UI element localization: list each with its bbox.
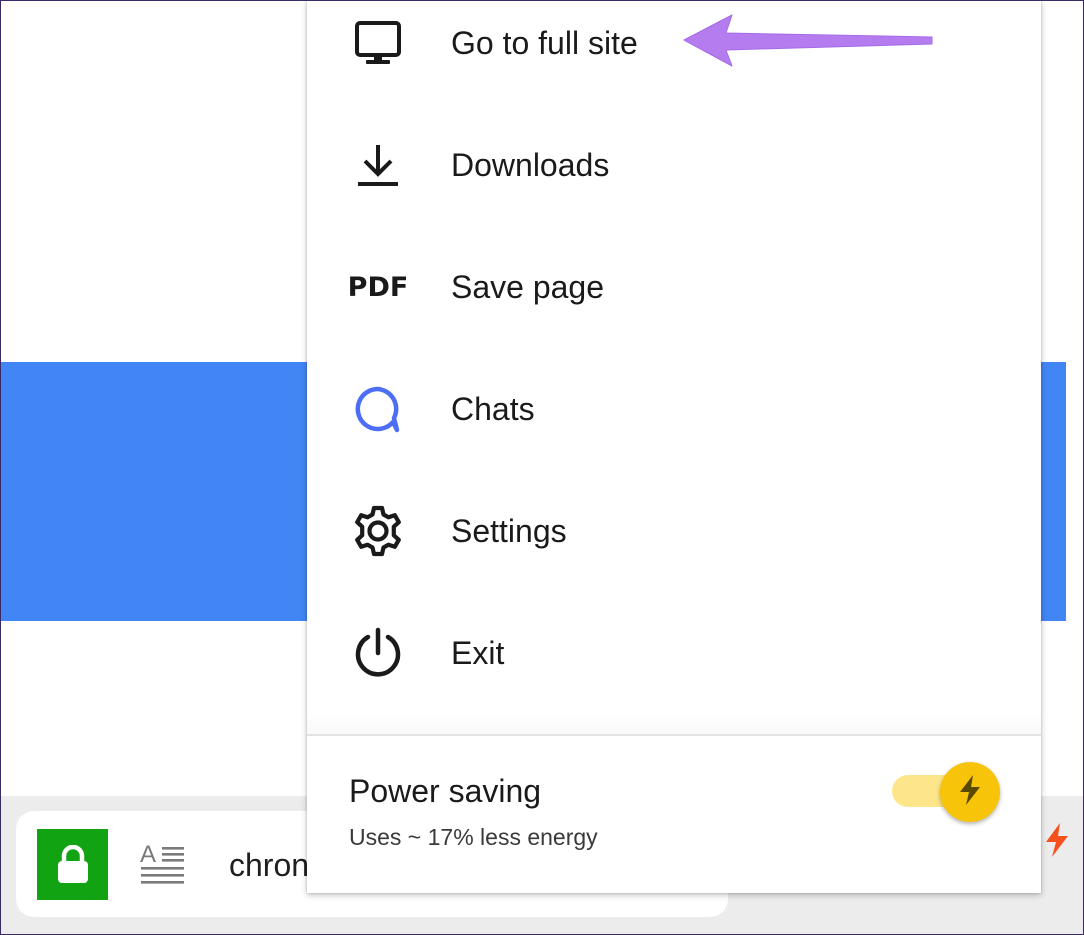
pdf-icon: PDF <box>347 256 409 318</box>
menu-item-save-page[interactable]: PDF Save page <box>307 226 1041 348</box>
browser-menu: Go to full site Downloads PDF Save page … <box>307 0 1041 893</box>
menu-divider <box>307 734 1041 736</box>
turbo-bolt-icon[interactable] <box>1042 822 1072 858</box>
menu-item-exit[interactable]: Exit <box>307 592 1041 714</box>
reader-mode-icon[interactable]: A <box>140 841 186 888</box>
menu-item-label: Chats <box>451 391 535 427</box>
address-bar-url[interactable]: chron <box>229 845 309 885</box>
gear-icon <box>347 500 409 562</box>
menu-item-label: Save page <box>451 269 605 305</box>
power-saving-title: Power saving <box>349 773 542 809</box>
menu-item-chats[interactable]: Chats <box>307 348 1041 470</box>
menu-item-label: Settings <box>451 513 567 549</box>
menu-item-label: Exit <box>451 635 505 671</box>
menu-item-settings[interactable]: Settings <box>307 470 1041 592</box>
download-icon <box>347 134 409 196</box>
menu-item-downloads[interactable]: Downloads <box>307 104 1041 226</box>
power-saving-subtitle: Uses ~ 17% less energy <box>349 824 598 850</box>
chat-bubble-icon <box>347 378 409 440</box>
menu-item-label: Go to full site <box>451 25 638 61</box>
lock-icon[interactable] <box>37 829 108 900</box>
monitor-icon <box>347 12 409 74</box>
svg-text:A: A <box>140 842 156 868</box>
lightning-bolt-icon <box>957 774 983 811</box>
menu-item-label: Downloads <box>451 147 610 183</box>
power-saving-toggle-knob[interactable] <box>940 762 1000 822</box>
pdf-icon-text: PDF <box>347 271 409 303</box>
annotation-arrow <box>683 14 933 67</box>
power-icon <box>347 622 409 684</box>
menu-scroll-fade <box>307 712 1041 734</box>
